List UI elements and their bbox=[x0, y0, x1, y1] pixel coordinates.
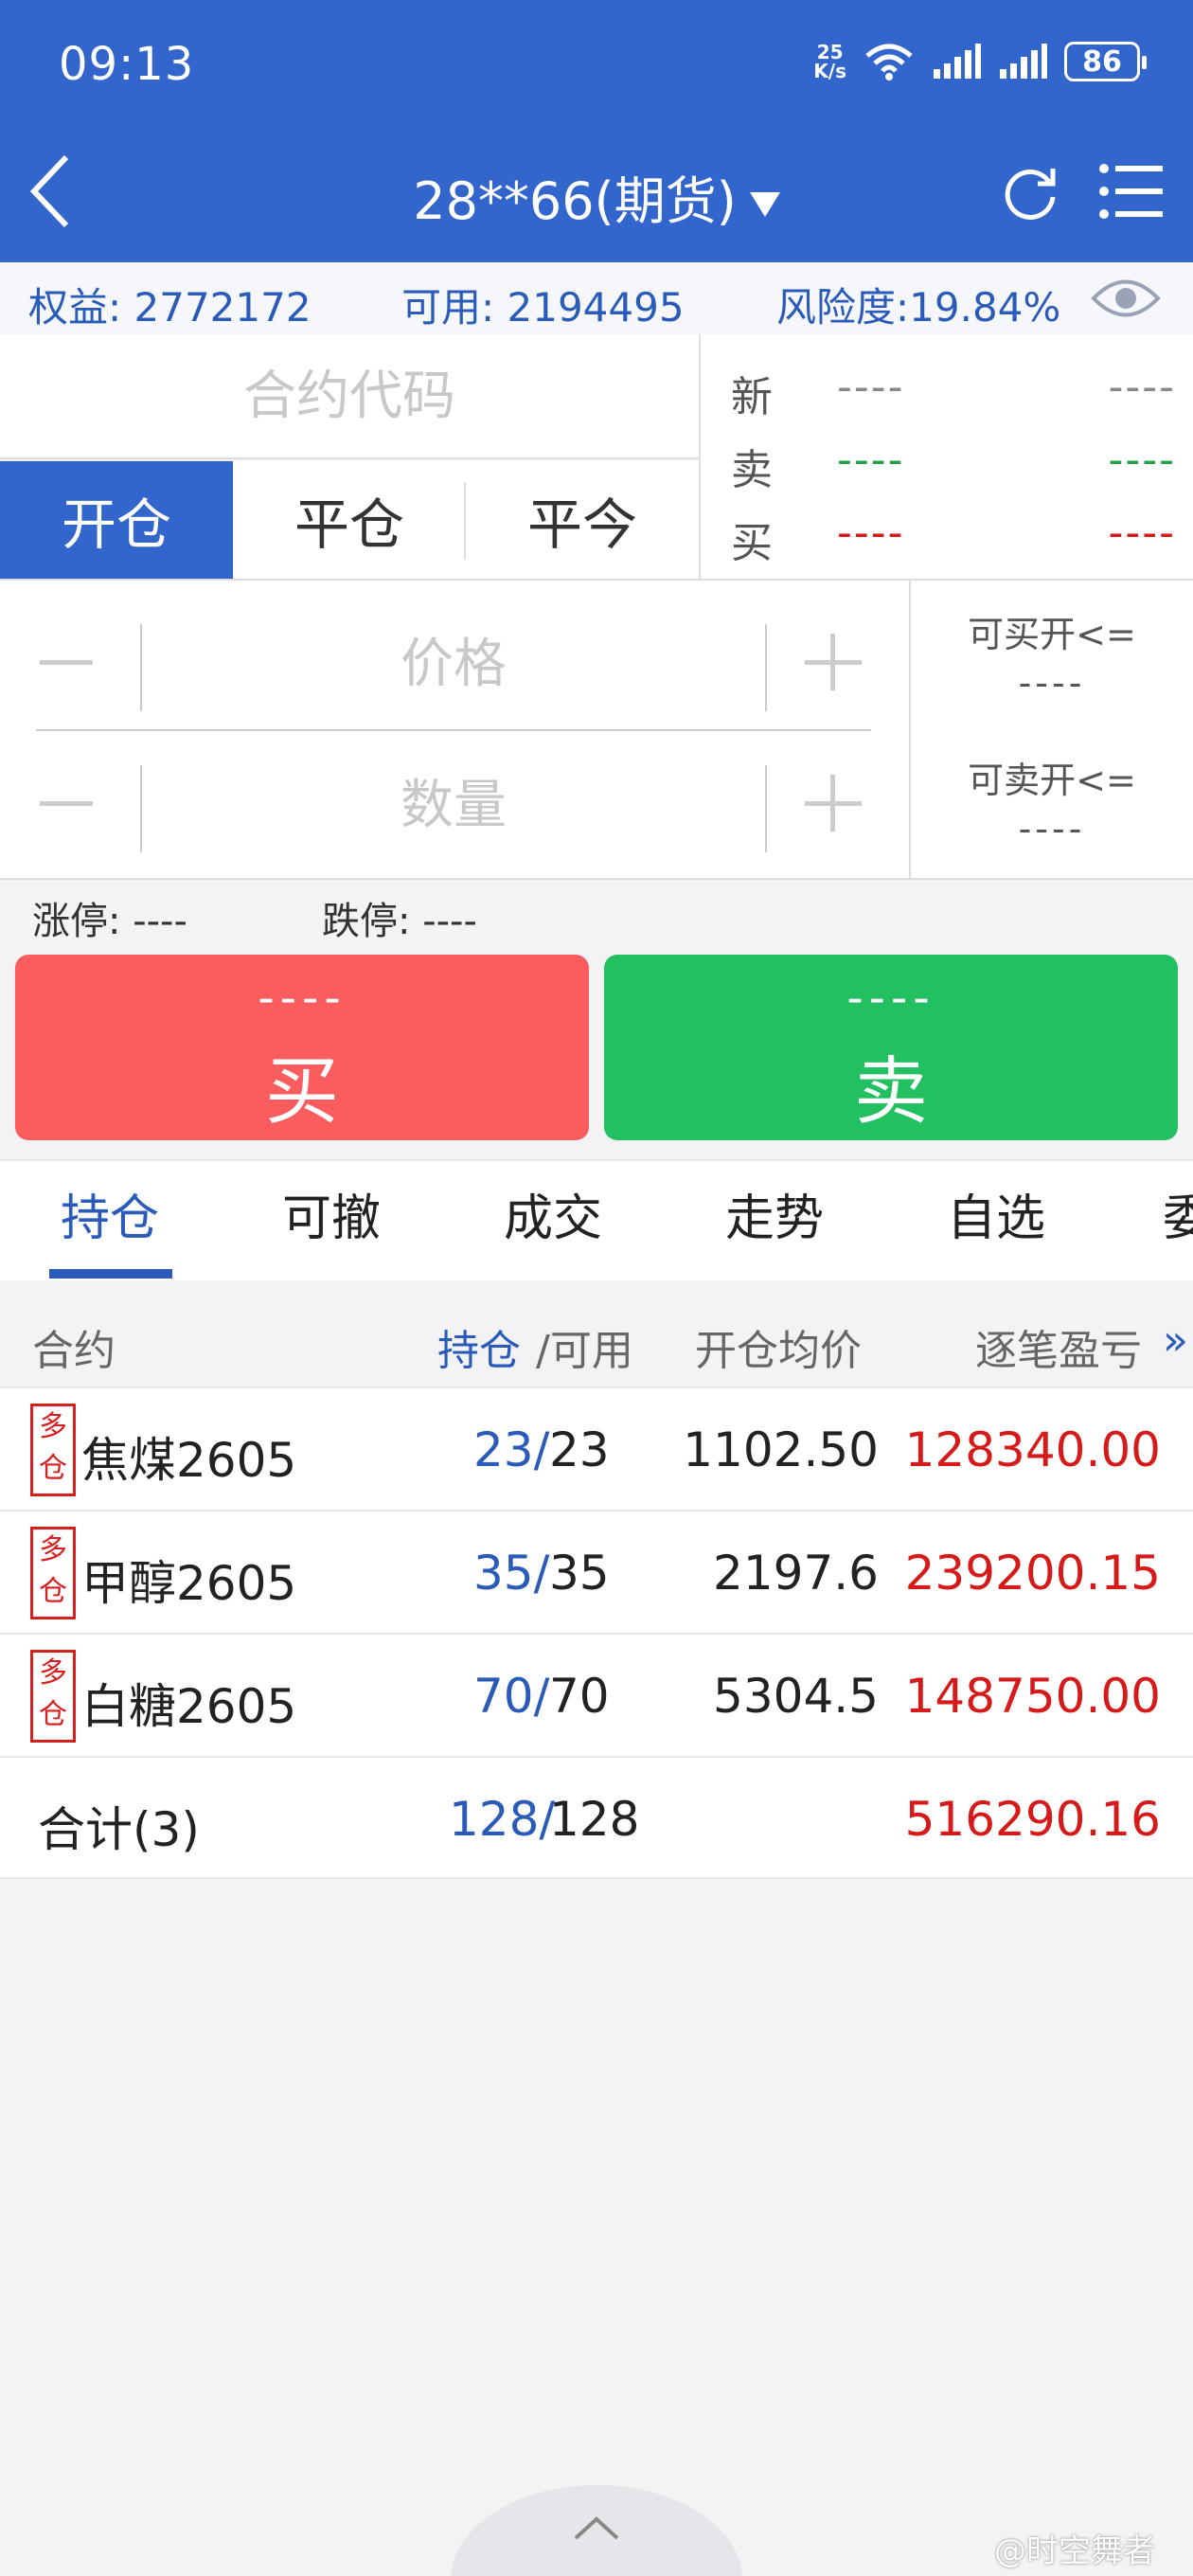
tab-orders-partial[interactable]: 委 bbox=[1163, 1178, 1193, 1249]
quantity-stepper bbox=[36, 748, 871, 862]
contract-code-input[interactable] bbox=[0, 334, 699, 457]
limit-up: 涨停: ---- bbox=[32, 900, 187, 943]
can-sell-label: 可卖开<= bbox=[968, 760, 1136, 801]
tab-open[interactable]: 开仓 bbox=[0, 461, 233, 579]
signal-icon bbox=[934, 44, 981, 79]
expand-handle[interactable] bbox=[451, 2485, 742, 2576]
tab-positions[interactable]: 持仓 bbox=[61, 1178, 159, 1249]
wifi-icon bbox=[865, 44, 913, 80]
account-summary: 权益: 2772172 可用: 2194495 风险度:19.84% bbox=[0, 262, 1193, 334]
long-position-tag: 多仓 bbox=[30, 1650, 76, 1743]
long-position-tag: 多仓 bbox=[30, 1404, 76, 1496]
can-sell-value: ---- bbox=[1018, 808, 1086, 850]
buy-button[interactable]: ---- 买 bbox=[15, 955, 589, 1140]
refresh-icon[interactable] bbox=[1000, 163, 1060, 224]
bottom-tabs: 持仓 可撤 成交 走势 自选 委 bbox=[0, 1159, 1193, 1280]
contract-code-box bbox=[0, 334, 699, 459]
table-row[interactable]: 多仓 焦煤2605 23/ 23 1102.50 128340.00 bbox=[0, 1386, 1193, 1510]
tab-close-today[interactable]: 平今 bbox=[466, 461, 699, 579]
long-position-tag: 多仓 bbox=[30, 1527, 76, 1619]
tab-watchlist[interactable]: 自选 bbox=[947, 1178, 1045, 1249]
table-total-row: 合计(3) 128/ 128 516290.16 bbox=[0, 1756, 1193, 1879]
equity: 权益: 2772172 bbox=[28, 284, 312, 331]
quantity-minus-button[interactable] bbox=[40, 801, 93, 806]
limit-down: 跌停: ---- bbox=[322, 900, 477, 943]
price-minus-button[interactable] bbox=[40, 660, 93, 665]
tab-cancelable[interactable]: 可撤 bbox=[282, 1178, 381, 1249]
eye-icon[interactable] bbox=[1091, 273, 1161, 324]
price-input[interactable] bbox=[142, 617, 765, 711]
available-funds: 可用: 2194495 bbox=[401, 284, 685, 331]
price-stepper bbox=[36, 607, 871, 721]
table-row[interactable]: 多仓 白糖2605 70/ 70 5304.5 148750.00 bbox=[0, 1633, 1193, 1756]
active-tab-indicator bbox=[49, 1269, 172, 1279]
can-buy-value: ---- bbox=[1018, 662, 1086, 704]
tab-trades[interactable]: 成交 bbox=[504, 1178, 602, 1249]
table-row[interactable]: 多仓 甲醇2605 35/ 35 2197.6 239200.15 bbox=[0, 1510, 1193, 1633]
chevron-up-icon bbox=[574, 2516, 619, 2540]
available-open-panel: 可买开<= ---- 可卖开<= ---- bbox=[909, 581, 1193, 880]
app-header: 09:13 25 K/s 86 28**66(期货) bbox=[0, 0, 1193, 262]
watermark: @时空舞者 bbox=[994, 2532, 1155, 2570]
quote-panel: 新 ---- ---- 卖 ---- ---- 买 ---- ---- bbox=[699, 334, 1193, 581]
price-quantity-panel bbox=[0, 581, 909, 880]
tab-close[interactable]: 平仓 bbox=[233, 461, 466, 579]
dropdown-triangle-icon bbox=[749, 192, 780, 218]
table-header: 合约 持仓 /可用 开仓均价 逐笔盈亏 » bbox=[0, 1294, 1193, 1388]
battery-icon: 86 bbox=[1064, 42, 1147, 81]
signal-icon-2 bbox=[1000, 44, 1047, 79]
more-columns-icon[interactable]: » bbox=[1163, 1316, 1188, 1365]
quantity-input[interactable] bbox=[142, 758, 765, 852]
risk-ratio: 风险度:19.84% bbox=[776, 284, 1061, 331]
status-icons: 25 K/s 86 bbox=[813, 41, 1147, 82]
can-buy-label: 可买开<= bbox=[968, 614, 1136, 655]
tab-trend[interactable]: 走势 bbox=[725, 1178, 824, 1249]
net-speed: 25 K/s bbox=[813, 41, 846, 82]
position-action-tabs: 开仓 平仓 平今 bbox=[0, 461, 699, 581]
sell-button[interactable]: ---- 卖 bbox=[604, 955, 1178, 1140]
menu-list-icon[interactable] bbox=[1098, 161, 1165, 222]
status-time: 09:13 bbox=[59, 38, 195, 91]
